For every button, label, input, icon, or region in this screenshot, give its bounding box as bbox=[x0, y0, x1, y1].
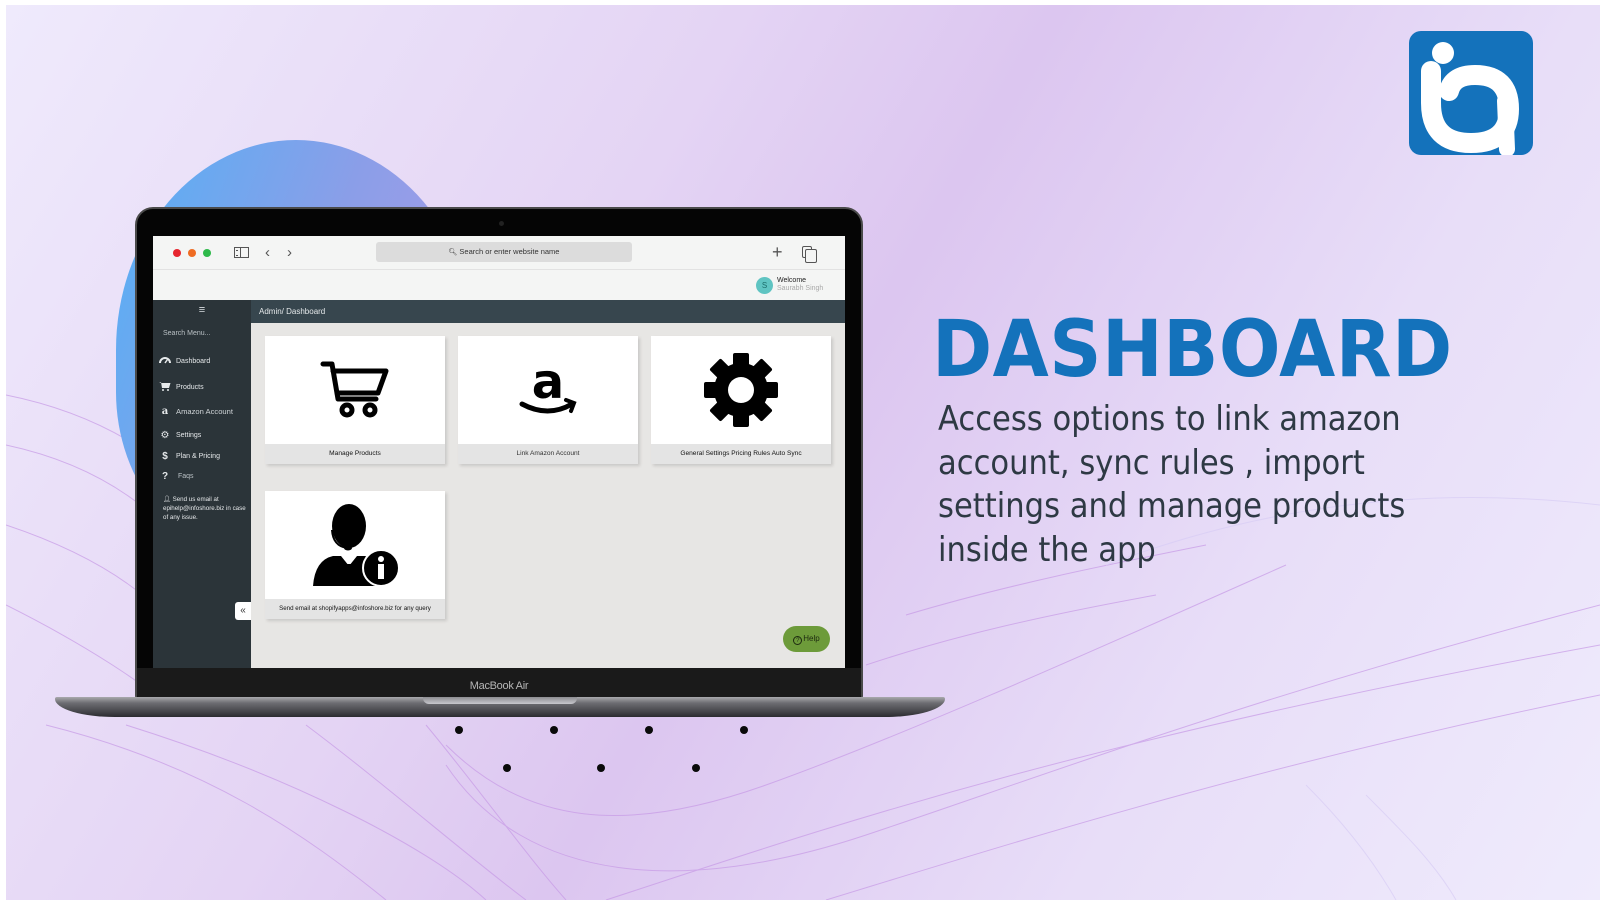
card-icon-area: a bbox=[458, 336, 638, 444]
card-icon-area bbox=[265, 336, 445, 444]
card-label: Link Amazon Account bbox=[458, 444, 638, 464]
browser-toolbar: ‹ › 🔍︎ Search or enter website name + bbox=[153, 236, 845, 270]
new-tab-icon[interactable]: + bbox=[772, 242, 783, 262]
help-circle-icon: ? bbox=[793, 636, 803, 645]
gear-icon bbox=[704, 353, 778, 427]
user-name: Saurabh Singh bbox=[777, 285, 824, 292]
laptop-opening-notch bbox=[423, 697, 577, 704]
dashboard-gauge-icon bbox=[158, 356, 172, 367]
sidebar-item-label: Amazon Account bbox=[176, 406, 233, 416]
infoshore-logo-icon bbox=[1421, 42, 1520, 157]
app-screen: ‹ › 🔍︎ Search or enter website name + S W… bbox=[153, 236, 845, 668]
sidebar-item-label: Products bbox=[176, 383, 204, 391]
decorative-dot bbox=[597, 764, 605, 772]
help-button[interactable]: ? Help bbox=[783, 626, 830, 652]
decorative-dot bbox=[455, 726, 463, 734]
cart-icon bbox=[158, 381, 172, 394]
gear-icon: ⚙ bbox=[160, 429, 170, 441]
sidebar-item-amazon-account[interactable]: a Amazon Account bbox=[158, 404, 233, 418]
sidebar-item-faqs[interactable]: ? Faqs bbox=[158, 469, 194, 483]
window-minimize-button[interactable] bbox=[188, 249, 196, 257]
avatar[interactable]: S bbox=[756, 277, 773, 294]
card-general-settings[interactable]: General Settings Pricing Rules Auto Sync bbox=[651, 336, 831, 464]
support-note: 👤︎ Send us email at epihelp@infoshore.bi… bbox=[163, 495, 249, 522]
sidebar-item-plan-pricing[interactable]: $ Plan & Pricing bbox=[158, 449, 220, 463]
card-link-amazon-account[interactable]: a Link Amazon Account bbox=[458, 336, 638, 464]
laptop-camera bbox=[499, 221, 504, 226]
decorative-dot bbox=[503, 764, 511, 772]
search-icon: 🔍︎ bbox=[448, 249, 458, 256]
decorative-dot bbox=[692, 764, 700, 772]
question-icon: ? bbox=[161, 470, 169, 482]
welcome-label: Welcome bbox=[777, 277, 807, 284]
laptop-base bbox=[55, 697, 945, 717]
app-header: S Welcome Saurabh Singh bbox=[153, 270, 845, 300]
page-title: DASHBOARD bbox=[932, 305, 1453, 395]
sidebar-item-settings[interactable]: ⚙ Settings bbox=[158, 428, 202, 442]
dashboard-main: Manage Products a Link Amazon Account Ge… bbox=[251, 323, 845, 668]
sidebar-item-label: Dashboard bbox=[176, 357, 211, 365]
sidebar-item-label: Plan & Pricing bbox=[176, 452, 220, 460]
amazon-icon: a bbox=[161, 405, 169, 417]
hamburger-menu-icon[interactable]: ≡ bbox=[153, 304, 251, 316]
card-label: General Settings Pricing Rules Auto Sync bbox=[651, 444, 831, 464]
address-placeholder: Search or enter website name bbox=[459, 247, 560, 256]
forward-arrow-icon[interactable]: › bbox=[287, 243, 292, 263]
brand-logo bbox=[1409, 31, 1533, 157]
collapse-sidebar-button[interactable]: « bbox=[235, 602, 251, 620]
sidebar-search-input[interactable]: Search Menu... bbox=[163, 330, 210, 337]
double-chevron-left-icon: « bbox=[240, 605, 246, 616]
card-icon-area bbox=[651, 336, 831, 444]
laptop-brand-label: MacBook Air bbox=[469, 680, 529, 692]
sidebar-item-dashboard[interactable]: Dashboard bbox=[158, 354, 210, 368]
card-support-email[interactable]: Send email at shopifyapps@infoshore.biz … bbox=[265, 491, 445, 619]
sidebar-item-products[interactable]: Products bbox=[158, 380, 204, 394]
decorative-dot bbox=[740, 726, 748, 734]
breadcrumb: Admin/ Dashboard bbox=[259, 307, 326, 316]
sidebar-toggle-icon[interactable] bbox=[234, 247, 249, 258]
sidebar-item-label: Faqs bbox=[178, 472, 194, 480]
card-manage-products[interactable]: Manage Products bbox=[265, 336, 445, 464]
decorative-dot bbox=[550, 726, 558, 734]
tab-overview-icon[interactable] bbox=[802, 246, 817, 263]
window-maximize-button[interactable] bbox=[203, 249, 211, 257]
amazon-icon: a bbox=[519, 360, 577, 414]
sidebar-item-label: Settings bbox=[176, 431, 202, 439]
card-label: Manage Products bbox=[265, 444, 445, 464]
window-close-button[interactable] bbox=[173, 249, 181, 257]
address-bar[interactable]: 🔍︎ Search or enter website name bbox=[376, 242, 632, 262]
cart-icon bbox=[320, 361, 389, 418]
card-icon-area bbox=[265, 491, 445, 599]
card-label: Send email at shopifyapps@infoshore.biz … bbox=[265, 599, 445, 619]
svg-text:a: a bbox=[532, 360, 564, 410]
app-sidebar: ≡ Search Menu... Dashboard Products a Am… bbox=[153, 300, 251, 668]
support-note-text: Send us email at epihelp@infoshore.biz i… bbox=[163, 496, 246, 521]
help-button-label: Help bbox=[803, 634, 820, 643]
feature-description: Access options to link amazon account, s… bbox=[938, 399, 1406, 570]
back-arrow-icon[interactable]: ‹ bbox=[265, 243, 270, 263]
laptop-lid: MacBook Air ‹ › 🔍︎ Search or enter websit… bbox=[135, 207, 863, 700]
support-agent-icon bbox=[313, 504, 400, 587]
breadcrumb-bar: Admin/ Dashboard bbox=[251, 300, 845, 323]
decorative-dot bbox=[645, 726, 653, 734]
dollar-icon: $ bbox=[162, 450, 168, 462]
user-icon: 👤︎ bbox=[163, 496, 171, 503]
